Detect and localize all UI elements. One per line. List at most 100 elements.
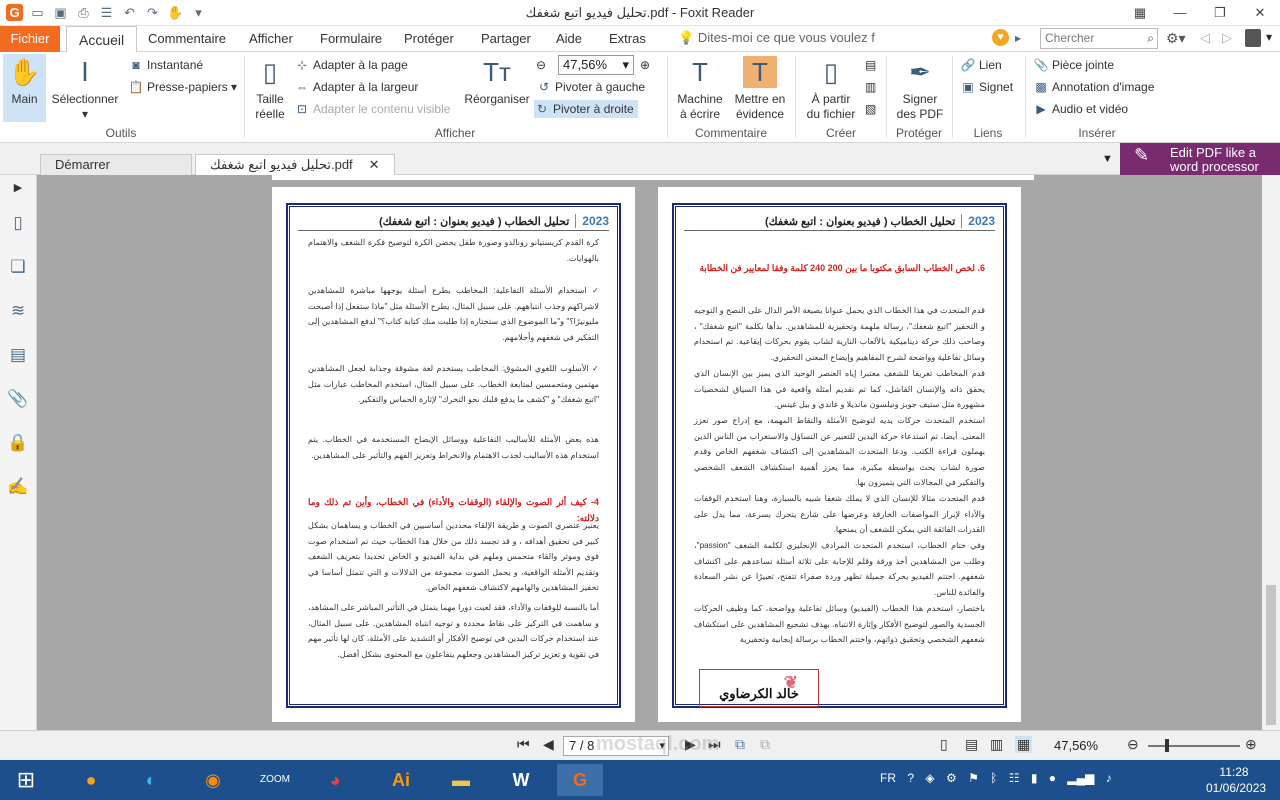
actual-size-button[interactable]: ▯ Taille réelle bbox=[250, 54, 290, 122]
zoom-out-icon[interactable]: ⊖ bbox=[536, 56, 546, 74]
close-button[interactable]: ✕ bbox=[1240, 0, 1280, 26]
document-canvas[interactable]: 2023 تحليل الخطاب ( فيديو بعنوان : اتبع ش… bbox=[37, 175, 1262, 730]
tab-current-document[interactable]: تحليل فيديو اتبع شغفك.pdf ✕ bbox=[195, 154, 395, 175]
attachment-button[interactable]: 📎 Pièce jointe bbox=[1033, 56, 1115, 74]
snapshot-button[interactable]: ◙ Instantané bbox=[128, 56, 203, 74]
taskbar-chrome-icon[interactable]: ◕ bbox=[312, 764, 358, 796]
security-panel-icon[interactable]: 🔒 bbox=[0, 421, 36, 465]
app-tray-icon[interactable]: ● bbox=[1049, 771, 1056, 785]
expand-panel-icon[interactable]: ▶ bbox=[0, 175, 36, 201]
taskbar-app-icon[interactable]: ● bbox=[68, 764, 114, 796]
tab-commentaire[interactable]: Commentaire bbox=[148, 26, 226, 52]
first-page-icon[interactable]: ⏮ bbox=[517, 736, 530, 753]
search-icon[interactable]: ⌕ bbox=[1147, 29, 1154, 48]
clock[interactable]: 11:28 01/06/2023 bbox=[1206, 764, 1266, 796]
save-icon[interactable]: ▣ bbox=[52, 4, 69, 21]
battery-icon[interactable]: ▮ bbox=[1031, 771, 1038, 785]
fit-width-button[interactable]: ⇔ Adapter à la largeur bbox=[294, 78, 418, 96]
tab-proteger[interactable]: Protéger bbox=[404, 26, 454, 52]
properties-icon[interactable]: ☰ bbox=[98, 4, 115, 21]
maximize-button[interactable]: ❐ bbox=[1200, 0, 1240, 26]
help-icon[interactable]: ? bbox=[907, 771, 914, 785]
start-button[interactable]: ⊞ bbox=[4, 764, 48, 796]
taskbar-edge-icon[interactable]: ◐ bbox=[128, 764, 174, 796]
image-annotation-button[interactable]: ▩ Annotation d'image bbox=[1033, 78, 1154, 96]
taskbar-zoom-icon[interactable]: ZOOM bbox=[252, 764, 298, 796]
link-button[interactable]: 🔗 Lien bbox=[960, 56, 1002, 74]
from-file-button[interactable]: ▯ À partir du fichier bbox=[801, 54, 861, 122]
edit-pdf-promo-button[interactable]: ✎ Edit PDF like a word processor bbox=[1120, 143, 1280, 175]
notification-icon[interactable]: ☷ bbox=[1009, 771, 1020, 785]
print-icon[interactable]: ⎙ bbox=[75, 4, 92, 21]
signatures-panel-icon[interactable]: ✍ bbox=[0, 465, 36, 509]
settings-gear-icon[interactable]: ⚙▾ bbox=[1166, 30, 1186, 47]
taskbar-foxit-icon[interactable]: G bbox=[557, 764, 603, 796]
foxit-app-icon[interactable]: G bbox=[6, 4, 23, 21]
taskbar-word-icon[interactable]: W bbox=[498, 764, 544, 796]
layers-icon[interactable]: ≋ bbox=[0, 289, 36, 333]
undo-icon[interactable]: ↶ bbox=[121, 4, 138, 21]
tab-formulaire[interactable]: Formulaire bbox=[320, 26, 382, 52]
zoom-slider[interactable] bbox=[1148, 739, 1240, 752]
tab-list-dropdown-icon[interactable]: ▼ bbox=[1102, 153, 1113, 165]
reorganize-button[interactable]: Tт Réorganiser bbox=[462, 54, 532, 107]
fit-page-button[interactable]: ⊹ Adapter à la page bbox=[294, 56, 408, 74]
prev-page-icon[interactable]: ◀ bbox=[543, 736, 554, 753]
comments-panel-icon[interactable]: ▤ bbox=[0, 333, 36, 377]
hand-tool-icon[interactable]: ✋ bbox=[167, 4, 184, 21]
vertical-scrollbar[interactable] bbox=[1262, 175, 1280, 730]
volume-icon[interactable]: ♪ bbox=[1106, 771, 1112, 785]
select-button[interactable]: Ⅰ Sélectionner ▾ bbox=[50, 54, 120, 122]
language-indicator[interactable]: FR bbox=[880, 771, 896, 785]
ribbon-display-icon[interactable]: ▦ bbox=[1120, 0, 1160, 26]
previous-view-icon[interactable]: ⧉ bbox=[735, 736, 745, 753]
sign-pdf-button[interactable]: ✒ Signer des PDF bbox=[892, 54, 948, 122]
continuous-icon[interactable]: ▤ bbox=[965, 736, 978, 753]
audio-video-button[interactable]: ▶ Audio et vidéo bbox=[1033, 100, 1128, 118]
attachments-panel-icon[interactable]: 📎 bbox=[0, 377, 36, 421]
user-account-icon[interactable] bbox=[1245, 29, 1261, 47]
tab-demarrer[interactable]: Démarrer bbox=[40, 154, 192, 175]
bookmarks-panel-icon[interactable]: ▯ bbox=[0, 201, 36, 245]
highlight-button[interactable]: T Mettre en évidence bbox=[729, 54, 791, 122]
customize-dropdown-icon[interactable]: ▾ bbox=[190, 4, 207, 21]
fit-visible-button[interactable]: ⊡ Adapter le contenu visible bbox=[294, 100, 450, 118]
close-tab-icon[interactable]: ✕ bbox=[369, 157, 380, 172]
single-page-icon[interactable]: ▯ bbox=[940, 736, 948, 753]
feedback-icon[interactable]: ♥ bbox=[992, 29, 1009, 46]
zoom-out-status-icon[interactable]: ⊖ bbox=[1127, 736, 1139, 753]
zoom-in-icon[interactable]: ⊕ bbox=[640, 56, 650, 74]
flag-icon[interactable]: ⚑ bbox=[968, 771, 979, 785]
rotate-left-button[interactable]: ↺ Pivoter à gauche bbox=[536, 78, 645, 96]
rotate-right-button[interactable]: ↻ Pivoter à droite bbox=[534, 100, 638, 118]
tab-aide[interactable]: Aide bbox=[556, 26, 582, 52]
nav-arrow-icon[interactable]: ▸ bbox=[1015, 31, 1021, 45]
defender-icon[interactable]: ◈ bbox=[925, 771, 934, 785]
create-clipboard-icon[interactable]: ▧ bbox=[865, 100, 876, 118]
next-arrow-icon[interactable]: ▷ bbox=[1222, 30, 1232, 46]
zoom-slider-knob[interactable] bbox=[1165, 739, 1169, 752]
bluetooth-icon[interactable]: ᛒ bbox=[990, 771, 997, 785]
clipboard-button[interactable]: 📋 Presse-papiers ▾ bbox=[128, 78, 238, 96]
prev-arrow-icon[interactable]: ◁ bbox=[1200, 30, 1210, 46]
tab-extras[interactable]: Extras bbox=[609, 26, 646, 52]
page-thumbnails-icon[interactable]: ❏ bbox=[0, 245, 36, 289]
open-folder-icon[interactable]: ▭ bbox=[29, 4, 46, 21]
zoom-in-status-icon[interactable]: ⊕ bbox=[1245, 736, 1257, 753]
facing-icon[interactable]: ▥ bbox=[990, 736, 1003, 753]
search-input[interactable]: Chercher ⌕ bbox=[1040, 28, 1158, 49]
settings-tray-icon[interactable]: ⚙ bbox=[946, 771, 957, 785]
taskbar-explorer-icon[interactable]: ▬ bbox=[438, 764, 484, 796]
tab-accueil[interactable]: Accueil bbox=[66, 26, 138, 53]
continuous-facing-icon[interactable]: ▦ bbox=[1015, 736, 1033, 753]
minimize-button[interactable]: — bbox=[1160, 0, 1200, 26]
zoom-select[interactable]: 47,56% ▾ bbox=[558, 55, 634, 75]
create-scanner-icon[interactable]: ▥ bbox=[865, 78, 876, 96]
typewriter-button[interactable]: T Machine à écrire bbox=[671, 54, 729, 122]
scrollbar-thumb[interactable] bbox=[1266, 585, 1276, 725]
network-icon[interactable]: ▂▄▆ bbox=[1067, 771, 1094, 785]
tell-me-box[interactable]: 💡 Dites-moi ce que vous voulez f bbox=[678, 30, 875, 46]
main-button[interactable]: ✋ Main bbox=[3, 54, 46, 122]
bookmark-button[interactable]: ▣ Signet bbox=[960, 78, 1013, 96]
taskbar-firefox-icon[interactable]: ◉ bbox=[190, 764, 236, 796]
